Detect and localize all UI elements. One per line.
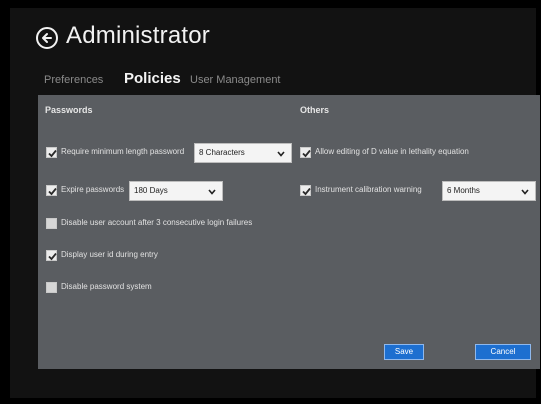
disable-account-label: Disable user account after 3 consecutive… (61, 218, 253, 227)
min-length-dropdown[interactable]: 8 Characters (194, 143, 292, 163)
tab-policies[interactable]: Policies (124, 70, 181, 87)
disable-account-row: Disable user account after 3 consecutive… (46, 217, 286, 233)
display-last-row: Display user id during entry (46, 249, 206, 265)
expire-dropdown[interactable]: 180 Days (129, 181, 223, 201)
min-length-label: Require minimum length password (61, 147, 185, 156)
allow-editing-row: Allow editing of D value in lethality eq… (300, 146, 530, 162)
calibration-row: Instrument calibration warning (300, 184, 440, 200)
screen-frame: Administrator Preferences Policies User … (0, 0, 541, 404)
expire-checkbox[interactable] (46, 185, 57, 196)
passwords-heading: Passwords (45, 105, 93, 115)
back-arrow-circle-icon[interactable] (36, 27, 58, 49)
policies-panel: Passwords Require minimum length passwor… (38, 95, 540, 369)
display-last-label: Display user id during entry (61, 250, 158, 259)
chevron-down-icon (208, 189, 216, 195)
disable-system-row: Disable password system (46, 281, 206, 297)
save-button[interactable]: Save (384, 344, 424, 360)
chevron-down-icon (277, 151, 285, 157)
calibration-checkbox[interactable] (300, 185, 311, 196)
min-length-value: 8 Characters (199, 148, 245, 157)
tab-preferences[interactable]: Preferences (44, 74, 103, 86)
others-heading: Others (300, 105, 330, 115)
chevron-down-icon (521, 189, 529, 195)
calibration-value: 6 Months (447, 186, 480, 195)
disable-account-checkbox[interactable] (46, 218, 57, 229)
disable-system-label: Disable password system (61, 282, 152, 291)
app-window: Administrator Preferences Policies User … (10, 8, 540, 398)
min-length-checkbox[interactable] (46, 147, 57, 158)
calibration-dropdown[interactable]: 6 Months (442, 181, 536, 201)
display-last-checkbox[interactable] (46, 250, 57, 261)
allow-editing-label: Allow editing of D value in lethality eq… (315, 147, 469, 156)
allow-editing-checkbox[interactable] (300, 147, 311, 158)
expire-value: 180 Days (134, 186, 168, 195)
disable-system-checkbox[interactable] (46, 282, 57, 293)
cancel-button[interactable]: Cancel (475, 344, 531, 360)
calibration-label: Instrument calibration warning (315, 185, 422, 194)
page-title: Administrator (66, 22, 210, 49)
tab-user-management[interactable]: User Management (190, 74, 281, 86)
expire-label: Expire passwords (61, 185, 125, 194)
